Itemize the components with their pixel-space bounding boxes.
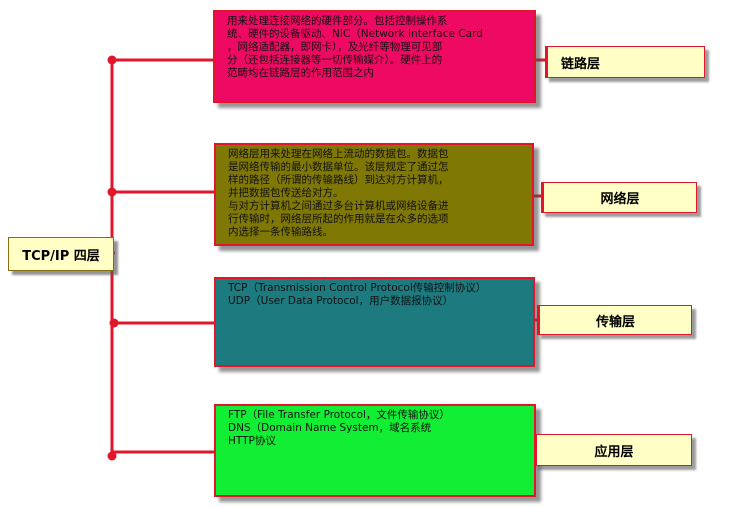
description-line: 与对方计算机之间通过多台计算机或网络设备进 <box>228 200 449 212</box>
link-layer-label: 链路层 <box>545 46 705 78</box>
description-line: TCP（Transmission Control Protocol传输控制协议） <box>228 282 487 294</box>
description-line: 分（还包括连接器等一切传输媒介）。硬件上的 <box>227 54 443 66</box>
description-line: 内选择一条传输路线。 <box>228 226 333 238</box>
network-layer-label-text: 网络层 <box>600 192 640 207</box>
description-line: 并把数据包传送给对方。 <box>228 187 344 199</box>
description-line: 行传输时，网络层所起的作用就是在众多的选项 <box>228 213 449 225</box>
description-line: 用来处理连接网络的硬件部分。包括控制操作系 <box>227 15 448 27</box>
description-line: 范畴均在链路层的作用范围之内 <box>227 67 374 79</box>
description-line: UDP（User Data Protocol，用户数据报协议） <box>228 295 454 307</box>
application-layer-description: FTP（File Transfer Protocol，文件传输协议） DNS（D… <box>214 404 536 497</box>
network-layer-description: 网络层用来处理在网络上流动的数据包。数据包 是网络传输的最小数据单位。该层规定了… <box>214 143 534 246</box>
junction-dot-application <box>107 451 117 461</box>
description-line: 样的路径（所谓的传输路线）到达对方计算机， <box>228 174 449 186</box>
description-line: HTTP协议 <box>228 435 276 447</box>
description-line: 统、硬件的设备驱动、NIC（Network Interface Card <box>227 28 483 40</box>
transport-layer-label: 传输层 <box>537 305 692 335</box>
description-line: DNS（Domain Name System，域名系统 <box>228 422 432 434</box>
root-node: TCP/IP 四层 <box>8 237 114 271</box>
junction-dot-network <box>107 187 117 197</box>
root-label: TCP/IP 四层 <box>22 248 100 264</box>
network-layer-label: 网络层 <box>541 182 697 213</box>
description-line: 是网络传输的最小数据单位。该层规定了通过怎 <box>228 161 449 173</box>
description-line: FTP（File Transfer Protocol，文件传输协议） <box>228 409 450 421</box>
link-layer-description: 用来处理连接网络的硬件部分。包括控制操作系 统、硬件的设备驱动、NIC（Netw… <box>213 10 536 103</box>
application-layer-label-text: 应用层 <box>594 444 634 460</box>
junction-dot-transport <box>109 318 119 328</box>
transport-layer-label-text: 传输层 <box>595 314 635 330</box>
description-line: ，网络适配器，即网卡），及光纤等物理可见部 <box>227 41 443 53</box>
application-layer-label: 应用层 <box>534 434 692 466</box>
junction-dot-link <box>107 55 117 65</box>
link-layer-label-text: 链路层 <box>561 56 601 72</box>
description-line: 网络层用来处理在网络上流动的数据包。数据包 <box>228 148 449 160</box>
transport-layer-description: TCP（Transmission Control Protocol传输控制协议）… <box>214 277 535 367</box>
